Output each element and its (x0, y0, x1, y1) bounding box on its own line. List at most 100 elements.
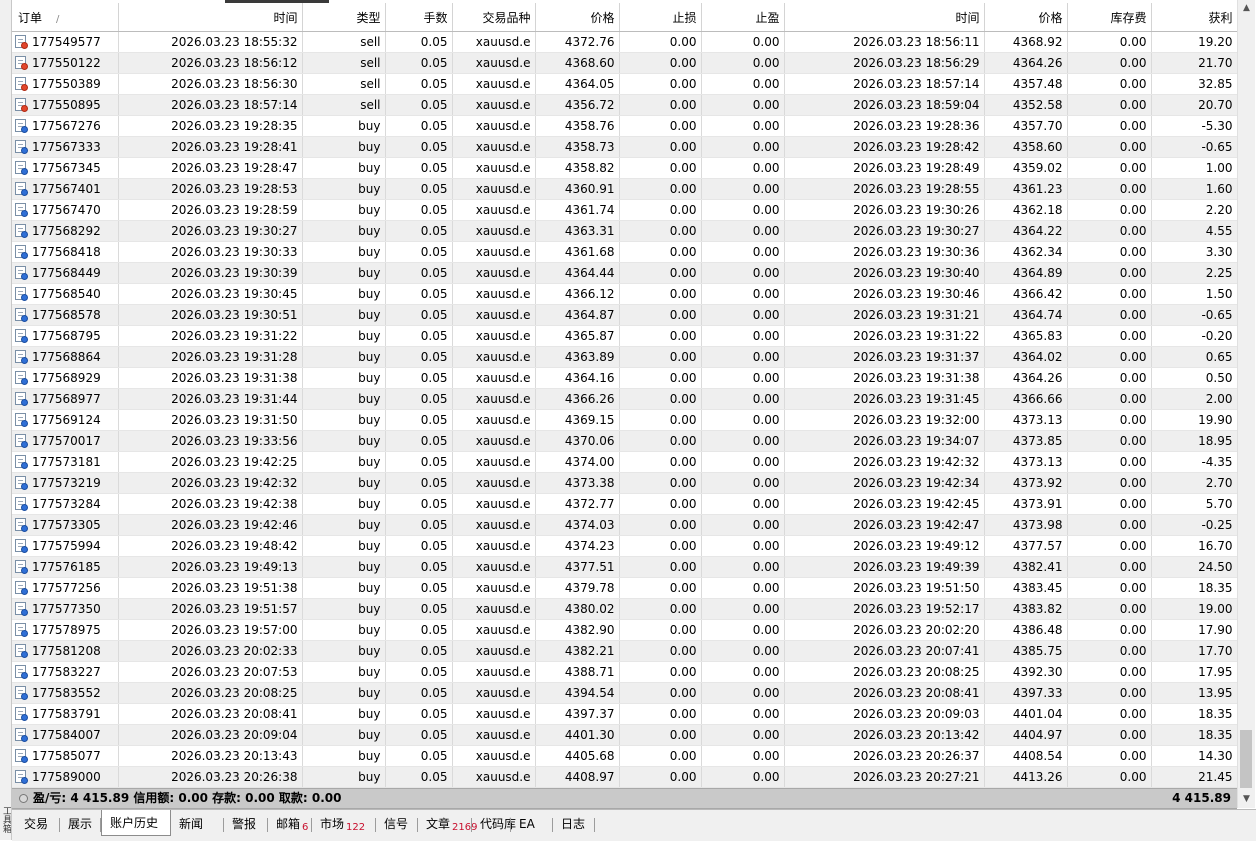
table-row[interactable]: 177583791 2026.03.23 20:08:41 buy 0.05 xauus… (12, 703, 1237, 725)
tab-10[interactable]: 代码库 (472, 813, 516, 835)
table-row[interactable]: 177567333 2026.03.23 19:28:41 buy 0.05 xauus… (12, 136, 1237, 158)
table-row[interactable]: 177568929 2026.03.23 19:31:38 buy 0.05 xauus… (12, 367, 1237, 389)
table-row[interactable]: 177570017 2026.03.23 19:33:56 buy 0.05 xauus… (12, 430, 1237, 452)
col-header-order[interactable]: 订单 / (12, 3, 119, 32)
tab-7[interactable]: 市场 122 (312, 813, 376, 835)
table-row[interactable]: 177549577 2026.03.23 18:55:32 sell 0.05 xauu… (12, 31, 1237, 53)
table-row[interactable]: 177568449 2026.03.23 19:30:39 buy 0.05 xauus… (12, 262, 1237, 284)
table-row[interactable]: 177577256 2026.03.23 19:51:38 buy 0.05 xauus… (12, 577, 1237, 599)
tab-8[interactable]: 信号 (376, 813, 418, 835)
col-header-lots[interactable]: 手数 (385, 3, 453, 32)
table-row[interactable]: 177573284 2026.03.23 19:42:38 buy 0.05 xauus… (12, 493, 1237, 515)
cell-close-time: 2026.03.23 20:02:20 (784, 619, 985, 641)
cell-close-price: 4366.66 (984, 388, 1068, 410)
table-row[interactable]: 177569124 2026.03.23 19:31:50 buy 0.05 xauus… (12, 409, 1237, 431)
col-header-close-price[interactable]: 价格 (984, 3, 1068, 32)
order-type-dot-icon (21, 735, 28, 742)
table-row[interactable]: 177550389 2026.03.23 18:56:30 sell 0.05 xauu… (12, 73, 1237, 95)
tab-2[interactable]: 展示 (60, 813, 101, 835)
toolbox-side-strip[interactable]: 工具箱 (0, 0, 12, 840)
table-row[interactable]: 177568540 2026.03.23 19:30:45 buy 0.05 xauus… (12, 283, 1237, 305)
table-row[interactable]: 177567276 2026.03.23 19:28:35 buy 0.05 xauus… (12, 115, 1237, 137)
cell-close-time: 2026.03.23 20:26:37 (784, 745, 985, 767)
table-row[interactable]: 177568795 2026.03.23 19:31:22 buy 0.05 xauus… (12, 325, 1237, 347)
table-row[interactable]: 177578975 2026.03.23 19:57:00 buy 0.05 xauus… (12, 619, 1237, 641)
table-row[interactable]: 177583227 2026.03.23 20:07:53 buy 0.05 xauus… (12, 661, 1237, 683)
table-row[interactable]: 177567470 2026.03.23 19:28:59 buy 0.05 xauus… (12, 199, 1237, 221)
cell-stop-loss: 0.00 (619, 430, 702, 452)
buy-order-icon (15, 581, 28, 595)
table-row[interactable]: 177567401 2026.03.23 19:28:53 buy 0.05 xauus… (12, 178, 1237, 200)
table-row[interactable]: 177568292 2026.03.23 19:30:27 buy 0.05 xauus… (12, 220, 1237, 242)
cell-take-profit: 0.00 (701, 472, 785, 494)
tab-3[interactable]: 账户历史 (101, 810, 171, 836)
summary-bar: 盈/亏: 4 415.89 信用额: 0.00 存款: 0.00 取款: 0.0… (12, 788, 1237, 809)
cell-type: buy (302, 430, 386, 452)
table-row[interactable]: 177568864 2026.03.23 19:31:28 buy 0.05 xauus… (12, 346, 1237, 368)
cell-take-profit: 0.00 (701, 199, 785, 221)
col-header-swap[interactable]: 库存费 (1067, 3, 1152, 32)
col-header-type[interactable]: 类型 (302, 3, 386, 32)
table-row[interactable]: 177567345 2026.03.23 19:28:47 buy 0.05 xauus… (12, 157, 1237, 179)
cell-open-price: 4370.06 (535, 430, 620, 452)
cell-symbol: xauusd.e (452, 283, 536, 305)
tab-6[interactable]: 邮箱 6 (268, 813, 312, 835)
cell-order: 177570017 (12, 430, 119, 452)
table-row[interactable]: 177585077 2026.03.23 20:13:43 buy 0.05 xauus… (12, 745, 1237, 767)
table-row[interactable]: 177550122 2026.03.23 18:56:12 sell 0.05 xauu… (12, 52, 1237, 74)
tab-11[interactable]: EA (511, 813, 553, 835)
cell-open-time: 2026.03.23 19:31:50 (118, 409, 303, 431)
cell-open-time: 2026.03.23 19:28:35 (118, 115, 303, 137)
cell-open-time: 2026.03.23 20:08:25 (118, 682, 303, 704)
order-number: 177589000 (32, 770, 101, 784)
table-row[interactable]: 177583552 2026.03.23 20:08:25 buy 0.05 xauus… (12, 682, 1237, 704)
col-header-take-profit[interactable]: 止盈 (701, 3, 785, 32)
cell-type: buy (302, 388, 386, 410)
table-row[interactable]: 177568578 2026.03.23 19:30:51 buy 0.05 xauus… (12, 304, 1237, 326)
scroll-thumb[interactable] (1240, 730, 1252, 788)
cell-lots: 0.05 (385, 52, 453, 74)
cell-swap: 0.00 (1067, 220, 1152, 242)
tab-4[interactable]: 新闻 (171, 813, 224, 835)
scroll-down-arrow-icon[interactable]: ▼ (1238, 791, 1255, 808)
scroll-up-arrow-icon[interactable]: ▲ (1238, 0, 1255, 17)
cell-order: 177576185 (12, 556, 119, 578)
table-row[interactable]: 177568418 2026.03.23 19:30:33 buy 0.05 xauus… (12, 241, 1237, 263)
table-row[interactable]: 177550895 2026.03.23 18:57:14 sell 0.05 xauu… (12, 94, 1237, 116)
table-row[interactable]: 177573219 2026.03.23 19:42:32 buy 0.05 xauus… (12, 472, 1237, 494)
col-header-profit[interactable]: 获利 (1151, 3, 1237, 32)
col-header-open-price[interactable]: 价格 (535, 3, 620, 32)
cell-lots: 0.05 (385, 703, 453, 725)
cell-symbol: xauusd.e (452, 493, 536, 515)
vertical-scrollbar[interactable]: ▲ ▼ (1237, 0, 1255, 808)
table-row[interactable]: 177577350 2026.03.23 19:51:57 buy 0.05 xauus… (12, 598, 1237, 620)
order-type-dot-icon (21, 357, 28, 364)
cell-close-price: 4373.85 (984, 430, 1068, 452)
cell-close-price: 4364.26 (984, 52, 1068, 74)
tab-1[interactable]: 交易 (16, 813, 60, 835)
col-header-close-time[interactable]: 时间 (784, 3, 985, 32)
order-number: 177573305 (32, 518, 101, 532)
col-header-open-time[interactable]: 时间 (118, 3, 303, 32)
cell-swap: 0.00 (1067, 73, 1152, 95)
table-row[interactable]: 177568977 2026.03.23 19:31:44 buy 0.05 xauus… (12, 388, 1237, 410)
cell-close-price: 4408.54 (984, 745, 1068, 767)
cell-swap: 0.00 (1067, 115, 1152, 137)
table-row[interactable]: 177576185 2026.03.23 19:49:13 buy 0.05 xauus… (12, 556, 1237, 578)
tab-5[interactable]: 警报 (224, 813, 268, 835)
table-row[interactable]: 177573305 2026.03.23 19:42:46 buy 0.05 xauus… (12, 514, 1237, 536)
tab-9[interactable]: 文章 2169 (418, 813, 477, 835)
col-header-stop-loss[interactable]: 止损 (619, 3, 702, 32)
table-row[interactable]: 177575994 2026.03.23 19:48:42 buy 0.05 xauus… (12, 535, 1237, 557)
table-row[interactable]: 177589000 2026.03.23 20:26:38 buy 0.05 xauus… (12, 766, 1237, 788)
cell-open-time: 2026.03.23 19:49:13 (118, 556, 303, 578)
table-row[interactable]: 177581208 2026.03.23 20:02:33 buy 0.05 xauus… (12, 640, 1237, 662)
cell-type: buy (302, 724, 386, 746)
col-header-symbol[interactable]: 交易品种 (452, 3, 536, 32)
cell-open-price: 4363.31 (535, 220, 620, 242)
cell-type: buy (302, 262, 386, 284)
table-row[interactable]: 177573181 2026.03.23 19:42:25 buy 0.05 xauus… (12, 451, 1237, 473)
cell-symbol: xauusd.e (452, 304, 536, 326)
tab-12[interactable]: 日志 (553, 813, 595, 835)
table-row[interactable]: 177584007 2026.03.23 20:09:04 buy 0.05 xauus… (12, 724, 1237, 746)
